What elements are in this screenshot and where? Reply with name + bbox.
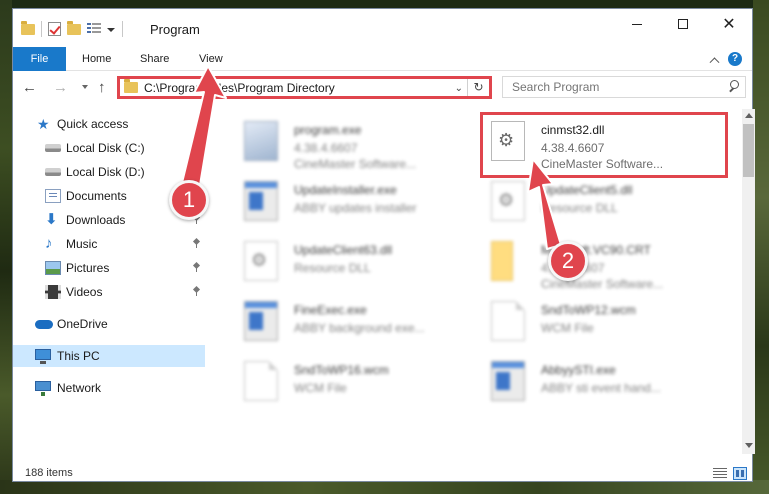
details-view-icon[interactable] [713,468,727,479]
desktop-background-left [0,0,12,494]
item-count: 188 items [25,467,73,479]
large-icons-view-icon[interactable] [733,467,747,480]
callout-marker-2: 2 [548,241,588,281]
scrollbar-thumb[interactable] [743,124,754,177]
callout-marker-1: 1 [169,180,209,220]
callout-arrow-one [180,65,227,192]
desktop-background-right [753,0,769,494]
status-bar: 188 items [13,464,752,483]
callout-arrows [180,65,562,250]
vertical-scrollbar[interactable] [742,109,755,454]
scroll-up-arrow-icon[interactable] [745,113,753,118]
explorer-window: Program ✕ File Home Share View ? ← → ↑ C… [12,8,755,483]
scroll-down-arrow-icon[interactable] [745,443,753,448]
callout-arrow-two [527,158,562,250]
